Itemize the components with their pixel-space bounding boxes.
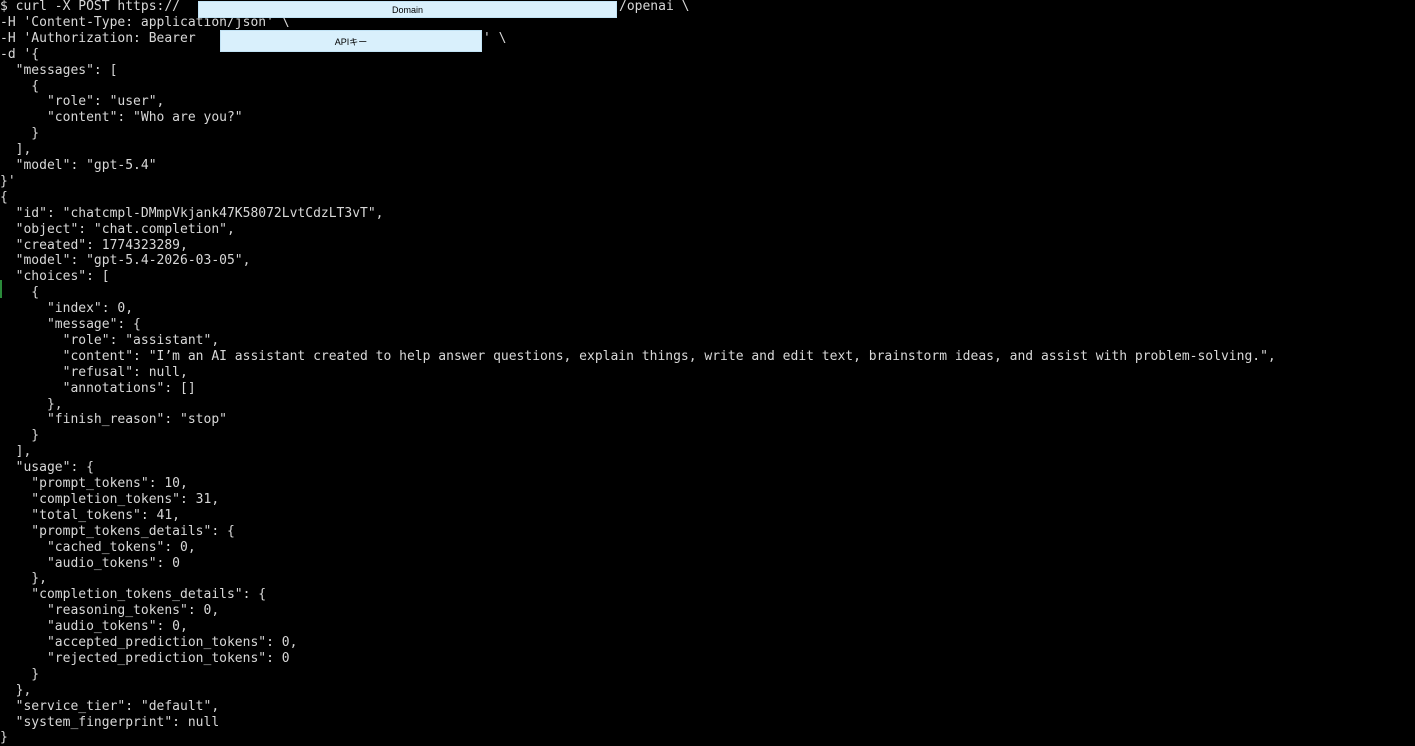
- terminal-line: "created": 1774323289,: [0, 237, 188, 253]
- terminal-line: ],: [0, 444, 32, 460]
- terminal-line: "refusal": null,: [0, 364, 188, 380]
- terminal-line: }: [0, 428, 40, 444]
- terminal-line: "completion_tokens": 31,: [0, 491, 220, 507]
- redacted-domain-box: Domain: [198, 1, 617, 18]
- terminal-line: ],: [0, 142, 32, 158]
- terminal-line: "messages": [: [0, 62, 118, 78]
- terminal-line: "accepted_prediction_tokens": 0,: [0, 635, 298, 650]
- terminal-line: }: [0, 126, 40, 142]
- terminal-line: -d '{: [0, 46, 40, 62]
- terminal-line: {: [0, 285, 40, 301]
- terminal-line: {: [0, 78, 40, 94]
- terminal-line: "model": "gpt-5.4": [0, 158, 157, 173]
- terminal-line: "role": "assistant",: [0, 332, 220, 348]
- auth-header-suffix: ' \: [483, 30, 507, 46]
- terminal-window[interactable]: } "system_fingerprint": null "service_ti…: [0, 0, 1415, 746]
- terminal-line: -H 'Authorization: Bearer: [0, 30, 204, 46]
- terminal-line: },: [0, 396, 63, 412]
- terminal-line: $ curl -X POST https://: [0, 0, 181, 14]
- terminal-line: "prompt_tokens_details": {: [0, 523, 235, 539]
- cursor-marker: [0, 280, 2, 298]
- terminal-line: "system_fingerprint": null: [0, 714, 220, 730]
- terminal-line: "model": "gpt-5.4-2026-03-05",: [0, 253, 251, 269]
- terminal-line: "prompt_tokens": 10,: [0, 476, 188, 491]
- terminal-line: "message": {: [0, 317, 141, 332]
- redacted-api-key-box: APIキー: [220, 30, 482, 52]
- terminal-line: "object": "chat.completion",: [0, 221, 235, 237]
- terminal-line: "reasoning_tokens": 0,: [0, 603, 220, 619]
- terminal-line: "annotations": []: [0, 380, 196, 396]
- terminal-line: "total_tokens": 41,: [0, 507, 181, 523]
- terminal-line: "audio_tokens": 0,: [0, 619, 188, 635]
- terminal-line: "content": "I’m an AI assistant created …: [0, 348, 1276, 364]
- terminal-line: "id": "chatcmpl-DMmpVkjank47K58072LvtCdz…: [0, 205, 384, 221]
- terminal-line: "content": "Who are you?": [0, 110, 243, 126]
- terminal-line: },: [0, 571, 47, 587]
- terminal-line: }: [0, 666, 40, 682]
- terminal-line: "cached_tokens": 0,: [0, 539, 196, 555]
- terminal-line: "choices": [: [0, 269, 110, 285]
- terminal-line: "role": "user",: [0, 94, 165, 110]
- terminal-line: },: [0, 682, 32, 698]
- terminal-line: "rejected_prediction_tokens": 0: [0, 650, 290, 666]
- terminal-line: "index": 0,: [0, 301, 134, 317]
- terminal-line: "finish_reason": "stop": [0, 412, 227, 428]
- terminal-line: "service_tier": "default",: [0, 698, 220, 714]
- terminal-line: "usage": {: [0, 460, 94, 476]
- terminal-line: }': [0, 173, 16, 189]
- command-url-suffix: /openai \: [619, 0, 690, 14]
- terminal-line: "completion_tokens_details": {: [0, 587, 267, 603]
- terminal-line: }: [0, 730, 8, 746]
- terminal-line: "audio_tokens": 0: [0, 555, 181, 571]
- terminal-line: {: [0, 189, 8, 205]
